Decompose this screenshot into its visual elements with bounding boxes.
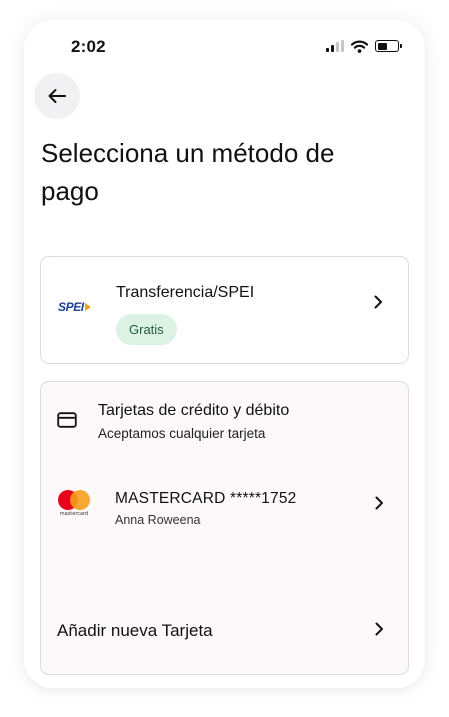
wifi-icon xyxy=(351,40,368,53)
page-title: Selecciona un método de pago xyxy=(41,138,335,206)
status-icons xyxy=(326,39,402,53)
saved-card-holder: Anna Roweena xyxy=(115,513,201,527)
battery-icon xyxy=(375,40,402,52)
add-new-card-label: Añadir nueva Tarjeta xyxy=(57,621,213,640)
cards-section-subtitle: Aceptamos cualquier tarjeta xyxy=(98,426,266,441)
status-time: 2:02 xyxy=(71,37,106,56)
chevron-right-icon xyxy=(372,496,386,510)
phone-screen: 2:02 Selecciona un método de pago SPEI T… xyxy=(24,20,425,688)
signal-icon xyxy=(326,40,344,52)
add-new-card-button[interactable]: Añadir nueva Tarjeta xyxy=(41,607,408,653)
credit-card-icon xyxy=(57,412,77,433)
mastercard-logo: mastercard xyxy=(57,490,91,520)
arrow-left-icon xyxy=(48,89,66,103)
chevron-right-icon xyxy=(372,622,386,636)
cards-section-title: Tarjetas de crédito y débito xyxy=(98,402,290,419)
spei-logo: SPEI xyxy=(58,299,91,315)
spei-label: Transferencia/SPEI xyxy=(116,284,255,301)
back-button[interactable] xyxy=(34,73,80,119)
cards-section: Tarjetas de crédito y débito Aceptamos c… xyxy=(40,381,409,675)
saved-card-mastercard[interactable] xyxy=(41,478,408,540)
spei-payment-option[interactable]: SPEI Transferencia/SPEI Gratis xyxy=(40,256,409,364)
saved-card-title: MASTERCARD *****1752 xyxy=(115,490,297,507)
chevron-right-icon xyxy=(371,295,385,309)
gratis-badge: Gratis xyxy=(116,314,177,345)
